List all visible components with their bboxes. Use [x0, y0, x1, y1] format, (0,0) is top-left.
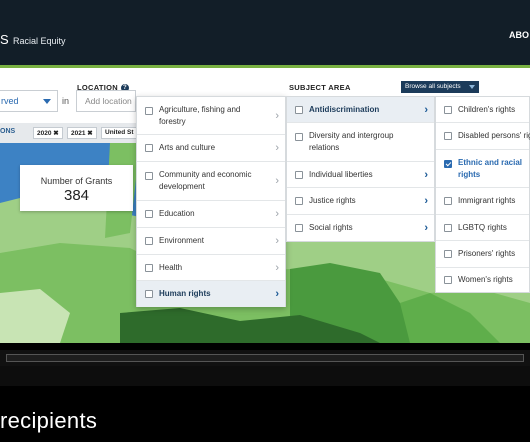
subject-leaf-panel: Children's rights Disabled persons' righ… — [435, 96, 530, 293]
subject-area-label: SUBJECT AREA — [289, 83, 351, 92]
subject-option-agriculture[interactable]: Agriculture, fishing and forestry › — [137, 97, 285, 135]
site-header: S Racial Equity ABO — [0, 0, 530, 68]
chevron-right-icon: › — [424, 222, 428, 234]
subject-option-environment[interactable]: Environment › — [137, 228, 285, 255]
chevron-right-icon: › — [424, 195, 428, 207]
filter-chip-2021[interactable]: 2021 ✖ — [67, 127, 97, 139]
filter-chip-location[interactable]: United St — [101, 127, 138, 139]
checkbox[interactable] — [295, 106, 303, 114]
subject-option-arts[interactable]: Arts and culture › — [137, 135, 285, 162]
checkbox[interactable] — [295, 171, 303, 179]
subject-option-antidiscrimination[interactable]: Antidiscrimination › — [287, 97, 434, 123]
subject-option-human-rights[interactable]: Human rights › — [137, 281, 285, 307]
subject-option-justice-rights[interactable]: Justice rights › — [287, 188, 434, 215]
checkbox[interactable] — [444, 224, 452, 232]
subject-option-community[interactable]: Community and economic development › — [137, 162, 285, 201]
chevron-right-icon: › — [424, 169, 428, 181]
filter-chip-2020[interactable]: 2020 ✖ — [33, 127, 63, 139]
chevron-right-icon: › — [275, 208, 279, 220]
subject-option-disabled-persons-rights[interactable]: Disabled persons' rights — [436, 123, 530, 150]
checkbox[interactable] — [444, 106, 452, 114]
checkbox[interactable] — [145, 107, 153, 115]
subject-option-childrens-rights[interactable]: Children's rights — [436, 97, 529, 123]
video-bottom-strip — [0, 366, 530, 386]
checkbox[interactable] — [444, 276, 452, 284]
checkbox[interactable] — [145, 237, 153, 245]
subject-subcategory-panel: Antidiscrimination › Diversity and inter… — [286, 96, 435, 242]
checkbox[interactable] — [145, 144, 153, 152]
chevron-down-icon — [43, 99, 51, 104]
subject-option-womens-rights[interactable]: Women's rights — [436, 268, 529, 293]
selected-filters-label: ONS — [0, 128, 16, 135]
subject-option-individual-liberties[interactable]: Individual liberties › — [287, 162, 434, 188]
checkbox-checked[interactable] — [444, 160, 452, 168]
checkbox[interactable] — [295, 197, 303, 205]
subject-option-health[interactable]: Health › — [137, 255, 285, 281]
checkbox[interactable] — [444, 250, 452, 258]
chevron-right-icon: › — [275, 110, 279, 122]
subject-option-ethnic-racial-rights[interactable]: Ethnic and racial rights — [436, 150, 529, 188]
browse-all-subjects-button[interactable]: Browse all subjects — [401, 81, 479, 93]
logo[interactable]: S — [0, 32, 9, 47]
chevron-right-icon: › — [275, 288, 279, 300]
chevron-right-icon: › — [275, 175, 279, 187]
chevron-right-icon: › — [275, 142, 279, 154]
in-connector: in — [62, 96, 70, 106]
subject-category-panel: Agriculture, fishing and forestry › Arts… — [136, 96, 286, 307]
checkbox[interactable] — [145, 172, 153, 180]
chevron-right-icon: › — [275, 262, 279, 274]
checkbox[interactable] — [145, 264, 153, 272]
served-select-value: rved — [1, 96, 19, 106]
subject-option-prisoners-rights[interactable]: Prisoners' rights — [436, 241, 529, 268]
checkbox[interactable] — [295, 224, 303, 232]
grants-count-value: 384 — [63, 187, 90, 204]
subject-option-education[interactable]: Education › — [137, 201, 285, 228]
brand-subtitle: Racial Equity — [13, 36, 66, 46]
caption-text: recipients — [0, 408, 98, 433]
checkbox[interactable] — [145, 210, 153, 218]
chevron-down-icon — [469, 85, 475, 89]
chevron-right-icon: › — [424, 104, 428, 116]
subject-option-immigrant-rights[interactable]: Immigrant rights — [436, 188, 529, 215]
location-input[interactable]: Add location — [76, 90, 136, 112]
grants-count-label: Number of Grants — [40, 176, 113, 186]
nav-about-link[interactable]: ABO — [509, 30, 529, 40]
chevron-right-icon: › — [275, 235, 279, 247]
checkbox[interactable] — [444, 132, 452, 140]
subject-option-social-rights[interactable]: Social rights › — [287, 215, 434, 242]
checkbox[interactable] — [145, 290, 153, 298]
subject-option-lgbtq-rights[interactable]: LGBTQ rights — [436, 215, 529, 241]
number-of-grants-card: Number of Grants 384 — [20, 165, 133, 211]
checkbox[interactable] — [444, 197, 452, 205]
subject-option-diversity[interactable]: Diversity and intergroup relations — [287, 123, 434, 162]
video-progress-track[interactable] — [6, 354, 524, 362]
browse-button-label: Browse all subjects — [405, 83, 461, 90]
checkbox[interactable] — [295, 133, 303, 141]
served-select[interactable]: rved — [0, 90, 58, 112]
